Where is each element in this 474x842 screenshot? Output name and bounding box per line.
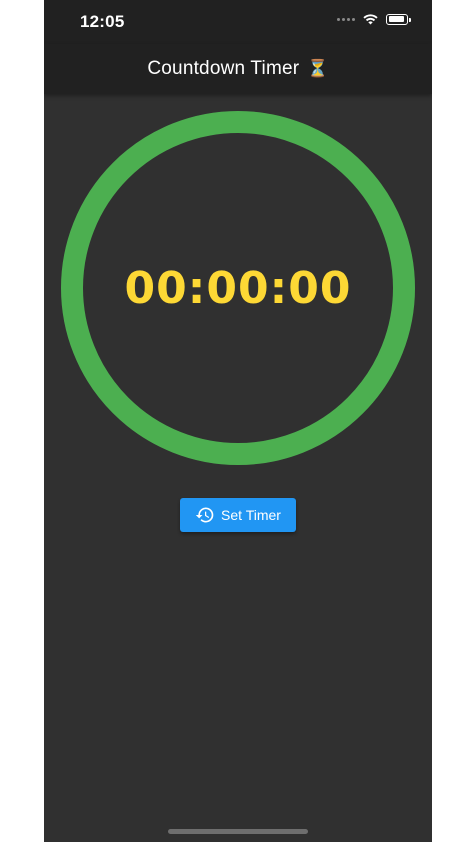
- set-timer-button[interactable]: Set Timer: [180, 498, 296, 532]
- set-timer-label: Set Timer: [221, 507, 281, 523]
- home-indicator[interactable]: [168, 829, 308, 834]
- status-icons: [337, 13, 411, 25]
- app-bar: Countdown Timer ⏳: [44, 44, 432, 94]
- cellular-signal-icon: [337, 17, 355, 21]
- timer-ring: 00:00:00: [61, 111, 415, 465]
- timer-display: 00:00:00: [124, 262, 352, 314]
- battery-icon: [386, 13, 411, 25]
- status-bar: 12:05: [44, 0, 432, 44]
- app-bar-title: Countdown Timer: [147, 58, 300, 79]
- wifi-icon: [363, 14, 378, 25]
- history-icon: [195, 507, 214, 523]
- status-time: 12:05: [80, 12, 125, 31]
- hourglass-icon: ⏳: [307, 59, 329, 79]
- app-screen: 12:05 Countdown Timer ⏳ 00:00:00 Set Tim…: [44, 0, 432, 842]
